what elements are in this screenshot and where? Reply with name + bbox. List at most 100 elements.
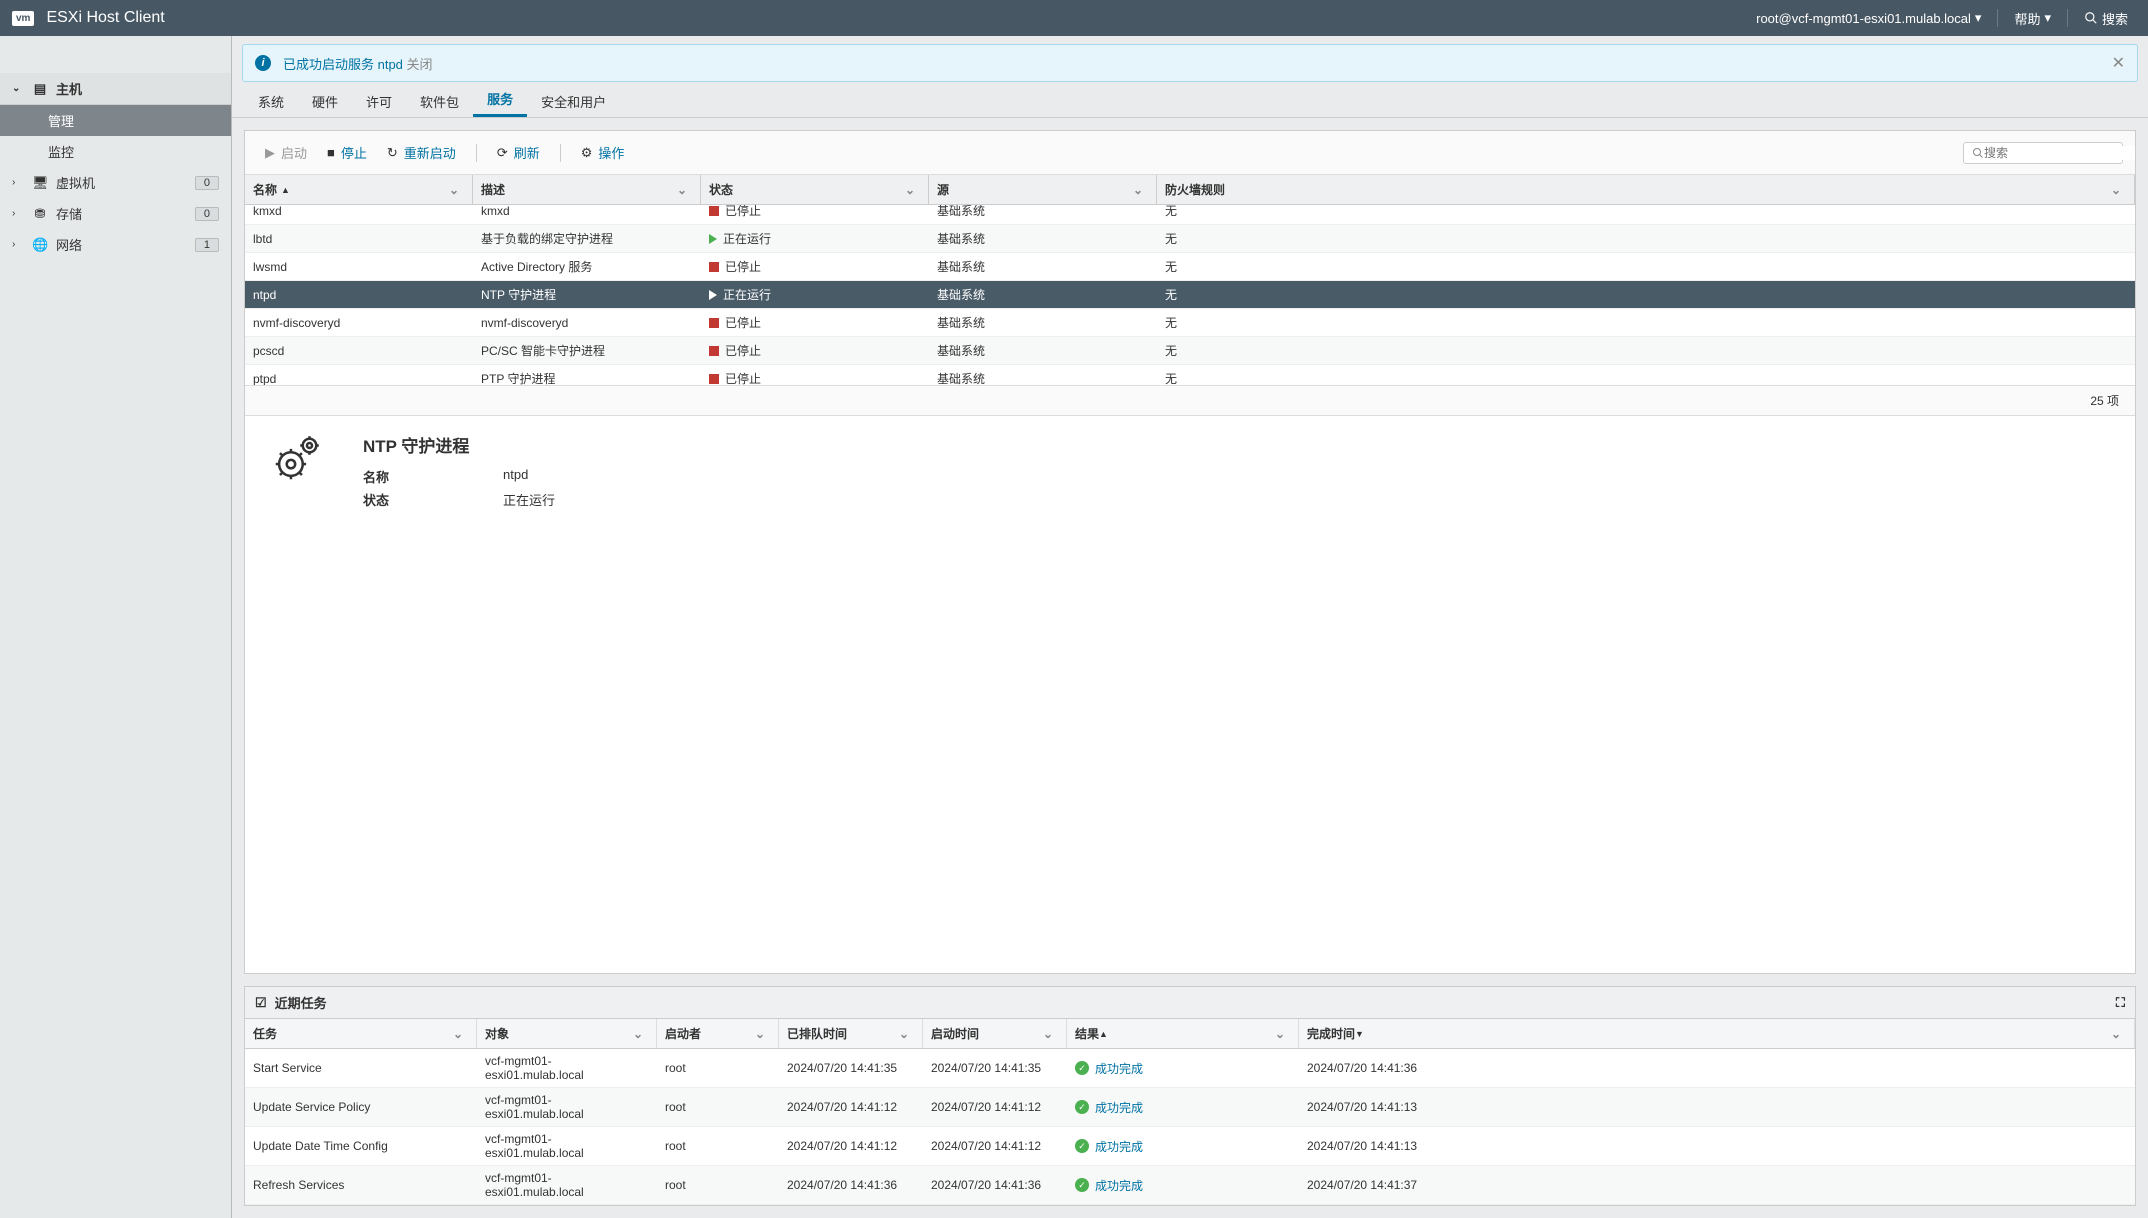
- toolbar-search[interactable]: [1963, 142, 2123, 164]
- col-source[interactable]: 源 ⌄: [929, 175, 1157, 204]
- tcol-completed[interactable]: 完成时间 ▼⌄: [1299, 1019, 2135, 1048]
- cell-queued: 2024/07/20 14:41:12: [779, 1127, 923, 1165]
- nav-manage-label: 管理: [48, 111, 219, 130]
- separator: [476, 144, 477, 162]
- col-status[interactable]: 状态 ⌄: [701, 175, 929, 204]
- tcol-started[interactable]: 启动时间⌄: [923, 1019, 1067, 1048]
- task-row[interactable]: Refresh Services vcf-mgmt01-esxi01.mulab…: [245, 1166, 2135, 1205]
- chevron-down-icon[interactable]: ⌄: [444, 183, 464, 197]
- cell-status: 已停止: [701, 365, 929, 385]
- chevron-down-icon[interactable]: ⌄: [1128, 183, 1148, 197]
- detail-name-value: ntpd: [503, 467, 528, 486]
- tab-system[interactable]: 系统: [244, 86, 298, 117]
- restart-button[interactable]: ↻ 重新启动: [379, 139, 464, 166]
- service-row[interactable]: lwsmd Active Directory 服务 已停止 基础系统 无: [245, 253, 2135, 281]
- cell-desc: NTP 守护进程: [473, 281, 701, 308]
- close-icon[interactable]: ✕: [2112, 53, 2125, 73]
- cell-source: 基础系统: [929, 253, 1157, 280]
- chevron-down-icon[interactable]: ⌄: [900, 183, 920, 197]
- cell-result: ✓成功完成: [1067, 1049, 1299, 1087]
- gears-icon: [269, 432, 323, 957]
- tab-services[interactable]: 服务: [473, 83, 527, 117]
- chevron-down-icon[interactable]: ⌄: [750, 1027, 770, 1041]
- chevron-down-icon[interactable]: ⌄: [1038, 1027, 1058, 1041]
- cell-desc: PC/SC 智能卡守护进程: [473, 337, 701, 364]
- detail-info: NTP 守护进程 名称 ntpd 状态 正在运行: [363, 432, 555, 957]
- service-row[interactable]: kmxd kmxd 已停止 基础系统 无: [245, 205, 2135, 225]
- task-row[interactable]: Update Service Policy vcf-mgmt01-esxi01.…: [245, 1088, 2135, 1127]
- chevron-down-icon[interactable]: ⌄: [2106, 1027, 2126, 1041]
- start-button[interactable]: ▶ 启动: [257, 139, 315, 166]
- service-row[interactable]: ntpd NTP 守护进程 正在运行 基础系统 无: [245, 281, 2135, 309]
- cell-desc: PTP 守护进程: [473, 365, 701, 385]
- cell-queued: 2024/07/20 14:41:36: [779, 1166, 923, 1204]
- grid-body[interactable]: kmxd kmxd 已停止 基础系统 无 lbtd 基于负载的绑定守护进程 正在…: [245, 205, 2135, 385]
- cell-result: ✓成功完成: [1067, 1088, 1299, 1126]
- service-row[interactable]: nvmf-discoveryd nvmf-discoveryd 已停止 基础系统…: [245, 309, 2135, 337]
- chevron-down-icon[interactable]: ⌄: [672, 183, 692, 197]
- task-row[interactable]: Start Service vcf-mgmt01-esxi01.mulab.lo…: [245, 1049, 2135, 1088]
- tcol-initiator[interactable]: 启动者⌄: [657, 1019, 779, 1048]
- chevron-down-icon[interactable]: ⌄: [894, 1027, 914, 1041]
- cell-initiator: root: [657, 1166, 779, 1204]
- storage-count: 0: [195, 207, 219, 221]
- cell-source: 基础系统: [929, 205, 1157, 224]
- cell-task: Start Service: [245, 1049, 477, 1087]
- tcol-object[interactable]: 对象⌄: [477, 1019, 657, 1048]
- expand-icon[interactable]: ⛶: [2116, 995, 2125, 1011]
- check-icon: ✓: [1075, 1100, 1089, 1114]
- sidebar: ⌄ ▤ 主机 管理 监控 › 🖥 虚拟机 0 › ⛃ 存储 0 › 🌐 网络 1: [0, 36, 232, 1218]
- chevron-down-icon[interactable]: ⌄: [2106, 183, 2126, 197]
- nav-network-label: 网络: [56, 235, 187, 254]
- service-row[interactable]: ptpd PTP 守护进程 已停止 基础系统 无: [245, 365, 2135, 385]
- service-row[interactable]: pcscd PC/SC 智能卡守护进程 已停止 基础系统 无: [245, 337, 2135, 365]
- refresh-label: 刷新: [514, 143, 540, 162]
- refresh-button[interactable]: ⟳ 刷新: [489, 139, 548, 166]
- service-row[interactable]: lbtd 基于负载的绑定守护进程 正在运行 基础系统 无: [245, 225, 2135, 253]
- content-area: i 已成功启动服务 ntpd 关闭 ✕ 系统 硬件 许可 软件包 服务 安全和用…: [232, 36, 2148, 1218]
- vms-count: 0: [195, 176, 219, 190]
- chevron-down-icon[interactable]: ⌄: [448, 1027, 468, 1041]
- cell-completed: 2024/07/20 14:41:13: [1299, 1127, 2135, 1165]
- tab-security[interactable]: 安全和用户: [527, 86, 620, 117]
- global-search[interactable]: 搜索: [2076, 9, 2136, 28]
- cell-task: Update Service Policy: [245, 1088, 477, 1126]
- tab-hardware[interactable]: 硬件: [298, 86, 352, 117]
- nav-network[interactable]: › 🌐 网络 1: [0, 229, 231, 260]
- cell-status: 已停止: [701, 309, 929, 336]
- check-icon: ✓: [1075, 1139, 1089, 1153]
- tcol-task[interactable]: 任务⌄: [245, 1019, 477, 1048]
- chevron-down-icon[interactable]: ⌄: [628, 1027, 648, 1041]
- cell-started: 2024/07/20 14:41:12: [923, 1088, 1067, 1126]
- user-menu[interactable]: root@vcf-mgmt01-esxi01.mulab.local ▾: [1748, 10, 1989, 26]
- cell-desc: 基于负载的绑定守护进程: [473, 225, 701, 252]
- cell-firewall: 无: [1157, 337, 2135, 364]
- stop-label: 停止: [341, 143, 367, 162]
- stop-button[interactable]: ■ 停止: [319, 139, 375, 166]
- tcol-result[interactable]: 结果 ▲⌄: [1067, 1019, 1299, 1048]
- nav-monitor[interactable]: 监控: [0, 136, 231, 167]
- nav-vms[interactable]: › 🖥 虚拟机 0: [0, 167, 231, 198]
- help-menu[interactable]: 帮助 ▾: [2006, 9, 2059, 28]
- search-input[interactable]: [1984, 146, 2136, 160]
- task-row[interactable]: Update Date Time Config vcf-mgmt01-esxi0…: [245, 1127, 2135, 1166]
- detail-status-value: 正在运行: [503, 490, 555, 509]
- tab-packages[interactable]: 软件包: [406, 86, 473, 117]
- chevron-down-icon[interactable]: ⌄: [1270, 1027, 1290, 1041]
- actions-button[interactable]: ⚙ 操作: [573, 139, 633, 166]
- col-desc[interactable]: 描述 ⌄: [473, 175, 701, 204]
- nav-storage[interactable]: › ⛃ 存储 0: [0, 198, 231, 229]
- cell-completed: 2024/07/20 14:41:13: [1299, 1088, 2135, 1126]
- top-right: root@vcf-mgmt01-esxi01.mulab.local ▾ 帮助 …: [1748, 9, 2136, 28]
- nav-manage[interactable]: 管理: [0, 105, 231, 136]
- col-firewall[interactable]: 防火墙规则 ⌄: [1157, 175, 2135, 204]
- tab-license[interactable]: 许可: [352, 86, 406, 117]
- col-name[interactable]: 名称 ▲ ⌄: [245, 175, 473, 204]
- tcol-queued[interactable]: 已排队时间⌄: [779, 1019, 923, 1048]
- cell-desc: nvmf-discoveryd: [473, 309, 701, 336]
- restart-icon: ↻: [387, 145, 398, 161]
- cell-firewall: 无: [1157, 309, 2135, 336]
- nav-host[interactable]: ⌄ ▤ 主机: [0, 73, 231, 105]
- cell-started: 2024/07/20 14:41:12: [923, 1127, 1067, 1165]
- cell-source: 基础系统: [929, 337, 1157, 364]
